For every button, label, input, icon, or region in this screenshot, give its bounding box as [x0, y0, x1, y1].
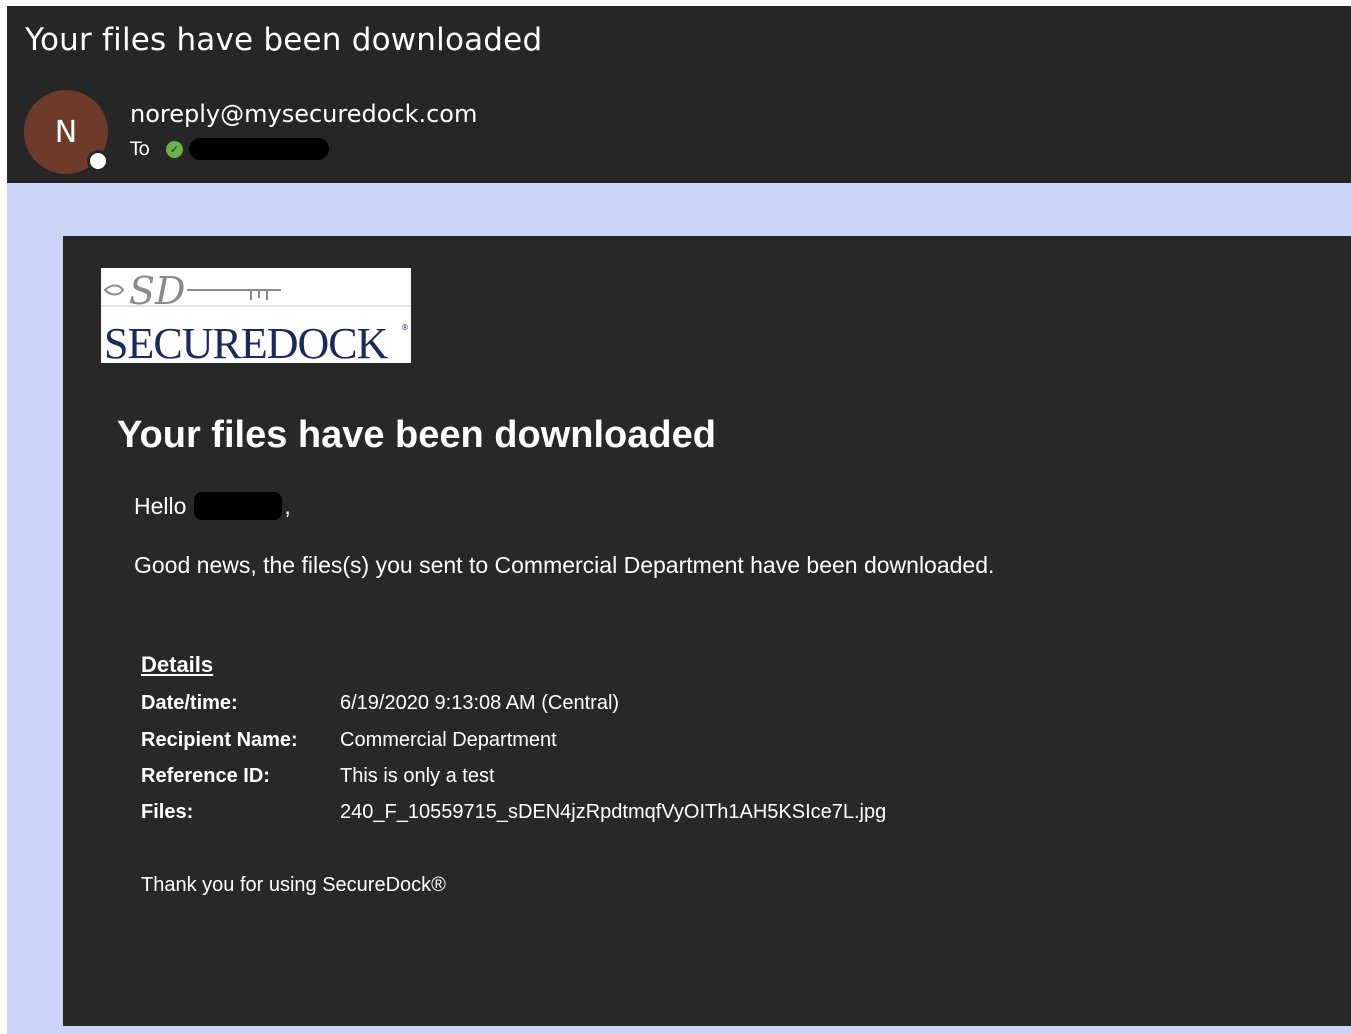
- detail-label: Reference ID:: [141, 765, 270, 787]
- detail-label: Files:: [141, 801, 194, 823]
- greeting-text: Hello: [134, 492, 187, 519]
- detail-value: Commercial Department: [340, 729, 557, 751]
- securedock-logo-graphic: SD SECUREDOCK ®: [101, 269, 411, 363]
- checkmark-icon: ✓: [166, 140, 184, 158]
- sender-address[interactable]: noreply@mysecuredock.com: [130, 100, 477, 128]
- email-subject: Your files have been downloaded: [25, 22, 543, 58]
- notification-message: Good news, the files(s) you sent to Comm…: [134, 552, 995, 578]
- to-label: To: [130, 138, 151, 160]
- redacted-name: [194, 492, 283, 520]
- logo-wordmark: SECUREDOCK: [104, 319, 389, 363]
- avatar-initial: N: [54, 114, 78, 150]
- notification-title: Your files have been downloaded: [117, 414, 716, 456]
- greeting-punctuation: ,: [284, 492, 291, 519]
- details-heading: Details: [141, 652, 214, 677]
- redacted-recipient[interactable]: [189, 138, 330, 160]
- email-window: Your files have been downloaded N norepl…: [7, 6, 1351, 1034]
- email-content-card: SD SECUREDOCK ® Your files have been dow…: [63, 236, 1351, 1026]
- message-body: SD SECUREDOCK ® Your files have been dow…: [7, 183, 1351, 1034]
- securedock-logo[interactable]: SD SECUREDOCK ®: [101, 268, 411, 363]
- recipient-line: To ✓: [130, 138, 330, 160]
- detail-label: Date/time:: [141, 692, 238, 714]
- detail-value-filename[interactable]: 240_F_10559715_sDEN4jzRpdtmqfVyOITh1AH5K…: [340, 801, 886, 824]
- detail-value: 6/19/2020 9:13:08 AM (Central): [340, 692, 620, 714]
- detail-value: This is only a test: [340, 765, 495, 787]
- svg-text:®: ®: [401, 323, 409, 332]
- detail-label: Recipient Name:: [141, 729, 298, 751]
- greeting-line: Hello ,: [134, 492, 291, 520]
- presence-status-icon: [87, 150, 109, 172]
- closing-text: Thank you for using SecureDock®: [141, 874, 446, 896]
